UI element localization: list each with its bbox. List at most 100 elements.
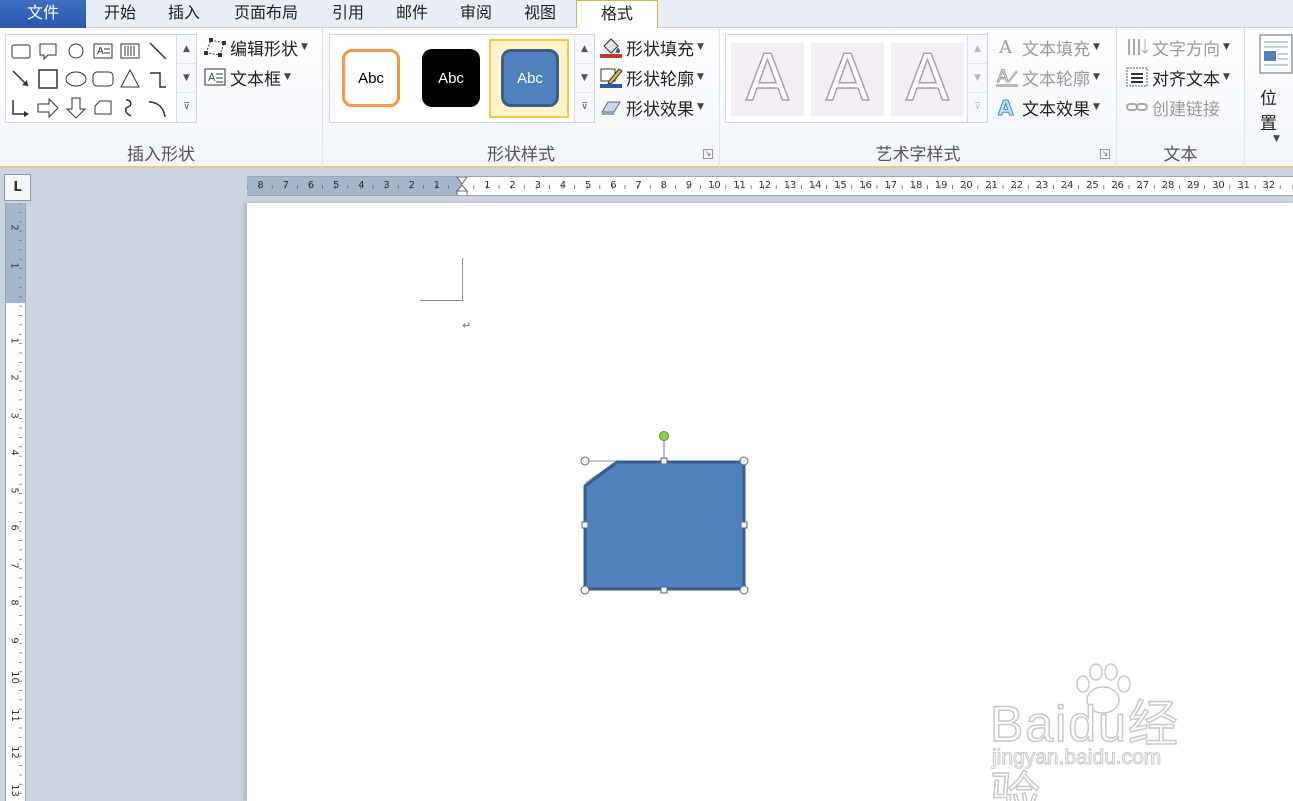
scroll-down-icon[interactable]: ▼ [968, 64, 987, 93]
tab-home[interactable]: 开始 [96, 0, 144, 28]
dropdown-arrow-icon: ▼ [1093, 42, 1100, 52]
resize-handle-bottom-left[interactable] [580, 585, 590, 595]
tab-insert[interactable]: 插入 [160, 0, 208, 28]
ruler-number: 32 [1262, 180, 1276, 191]
textbox-shape-icon[interactable]: A [91, 39, 115, 63]
indent-marker-icon[interactable] [456, 177, 468, 196]
flowchart-shape-icon[interactable] [91, 96, 115, 120]
tab-stop-selector[interactable]: L [4, 174, 31, 201]
resize-handle-top-right[interactable] [739, 456, 749, 466]
align-text-button[interactable]: 对齐文本 ▼ [1125, 64, 1230, 90]
triangle-shape-icon[interactable] [118, 67, 142, 91]
tab-file[interactable]: 文件 [0, 0, 86, 28]
style-gallery-scroll: ▲ ▼ ⊽ [574, 35, 594, 122]
dropdown-arrow-icon: ▼ [1273, 134, 1280, 144]
dialog-launcher-icon[interactable]: ↘ [1100, 149, 1110, 159]
resize-handle-bottom-right[interactable] [739, 585, 749, 595]
tab-format[interactable]: 格式 [576, 0, 658, 30]
text-effects-icon: A [998, 96, 1015, 118]
tab-mailings[interactable]: 邮件 [388, 0, 436, 28]
scroll-up-icon[interactable]: ▲ [968, 35, 987, 64]
shape-style-blue-fill[interactable]: Abc [501, 49, 559, 107]
wordart-style-3[interactable]: A [891, 42, 964, 116]
freeform-shape-icon[interactable] [118, 96, 142, 120]
text-outline-label: 文本轮廓 [1022, 69, 1090, 90]
ruler-number: 30 [1212, 180, 1225, 191]
tab-review[interactable]: 审阅 [452, 0, 500, 28]
text-effects-button[interactable]: A 文本效果 ▼ [995, 94, 1100, 120]
text-fill-label: 文本填充 [1022, 39, 1090, 60]
shape-outline-button[interactable]: 形状轮廓 ▼ [599, 64, 704, 90]
tab-references[interactable]: 引用 [324, 0, 372, 28]
ruler-number: 1 [433, 180, 441, 191]
arc-shape-icon[interactable] [146, 96, 170, 120]
wordart-style-2[interactable]: A [811, 42, 884, 116]
snip-corner-rectangle[interactable] [583, 460, 746, 591]
square-shape-icon[interactable] [36, 67, 60, 91]
edit-shape-label: 编辑形状 [230, 39, 298, 60]
resize-handle-bottom[interactable] [660, 586, 668, 594]
vertical-ruler-number: 3 [8, 411, 20, 419]
scroll-up-icon[interactable]: ▲ [575, 35, 594, 64]
svg-text:A: A [97, 46, 104, 57]
text-direction-button[interactable]: 文字方向 ▼ [1125, 34, 1230, 60]
ribbon-tab-bar: 文件 开始 插入 页面布局 引用 邮件 审阅 视图 格式 [0, 0, 1293, 30]
left-gutter [0, 203, 247, 801]
down-arrow-shape-icon[interactable] [64, 96, 88, 120]
gallery-more-icon[interactable]: ⊽ [575, 93, 594, 122]
shape-fill-button[interactable]: 形状填充 ▼ [599, 34, 704, 60]
watermark-logo-text: Baidu经验 [989, 695, 1180, 801]
shape-style-black-fill[interactable]: Abc [422, 49, 480, 107]
callout-shape-icon[interactable] [36, 39, 60, 63]
pencil-outline-icon [600, 68, 623, 88]
text-box-button[interactable]: A 文本框 ▼ [203, 64, 291, 90]
tab-view[interactable]: 视图 [516, 0, 564, 28]
vertical-textbox-shape-icon[interactable] [118, 39, 142, 63]
text-outline-button[interactable]: A 文本轮廓 ▼ [995, 64, 1100, 90]
resize-handle-top-left[interactable] [580, 456, 590, 466]
svg-text:A: A [998, 96, 1014, 118]
right-arrow-shape-icon[interactable] [36, 96, 60, 120]
resize-handle-top[interactable] [660, 457, 668, 465]
create-link-label: 创建链接 [1152, 99, 1220, 120]
create-link-button[interactable]: 创建链接 [1125, 94, 1220, 120]
horizontal-ruler[interactable]: 87654321 1 2 3 4 5 6 7 8 9 10 11 12 13 14 15 16 17 18 19 20… [247, 176, 1293, 196]
text-direction-icon [1128, 39, 1149, 55]
scroll-up-icon[interactable]: ▲ [177, 35, 196, 64]
vertical-ruler-number: 8 [8, 599, 20, 606]
shape-style-gallery: Abc Abc Abc ▲ ▼ ⊽ [329, 34, 595, 123]
ribbon: A ▲ ▼ ⊽ 编辑形状 ▼ A 文本框 ▼ 插入形状 Abc Abc Abc … [0, 28, 1293, 168]
text-box-label: 文本框 [230, 69, 281, 90]
edit-shape-button[interactable]: 编辑形状 ▼ [203, 34, 308, 60]
scroll-down-icon[interactable]: ▼ [575, 64, 594, 93]
resize-handle-left[interactable] [581, 521, 589, 529]
ruler-number: 3 [534, 180, 541, 191]
tab-page-layout[interactable]: 页面布局 [224, 0, 308, 28]
shape-style-orange-outline[interactable]: Abc [342, 49, 400, 107]
group-wordart-styles: A A A ▲ ▼ ⊽ A 文本填充 ▼ A 文本轮廓 ▼ A 文本效果 ▼ 艺术字样… [720, 28, 1117, 168]
ruler-number: 6 [307, 180, 315, 191]
shape-effects-button[interactable]: 形状效果 ▼ [599, 94, 704, 120]
dropdown-arrow-icon: ▼ [697, 102, 704, 112]
gallery-more-icon[interactable]: ⊽ [968, 93, 987, 122]
text-fill-button[interactable]: A 文本填充 ▼ [995, 34, 1100, 60]
scroll-down-icon[interactable]: ▼ [177, 64, 196, 93]
resize-handle-right[interactable] [740, 521, 748, 529]
line-shape-icon[interactable] [146, 39, 170, 63]
position-button[interactable]: 位置 ▼ [1259, 34, 1293, 144]
arrow-line-shape-icon[interactable] [9, 67, 33, 91]
dialog-launcher-icon[interactable]: ↘ [703, 149, 713, 159]
vertical-ruler-number: 1 [8, 336, 20, 344]
elbow-arrow-shape-icon[interactable] [9, 96, 33, 120]
position-label: 位置 [1260, 89, 1277, 134]
elbow-connector-shape-icon[interactable] [146, 67, 170, 91]
circle-shape-icon[interactable] [64, 39, 88, 63]
selected-shape[interactable] [577, 425, 757, 605]
wordart-style-1[interactable]: A [731, 42, 804, 116]
rotation-handle[interactable] [659, 431, 669, 441]
vertical-ruler[interactable]: 21 1 2 3 4 5 6 7 8 9 10 11 12 13 [5, 203, 26, 801]
oval-shape-icon[interactable] [64, 67, 88, 91]
gallery-more-icon[interactable]: ⊽ [177, 93, 196, 122]
rectangle-shape-icon[interactable] [9, 39, 33, 63]
rounded-rectangle-shape-icon[interactable] [91, 67, 115, 91]
